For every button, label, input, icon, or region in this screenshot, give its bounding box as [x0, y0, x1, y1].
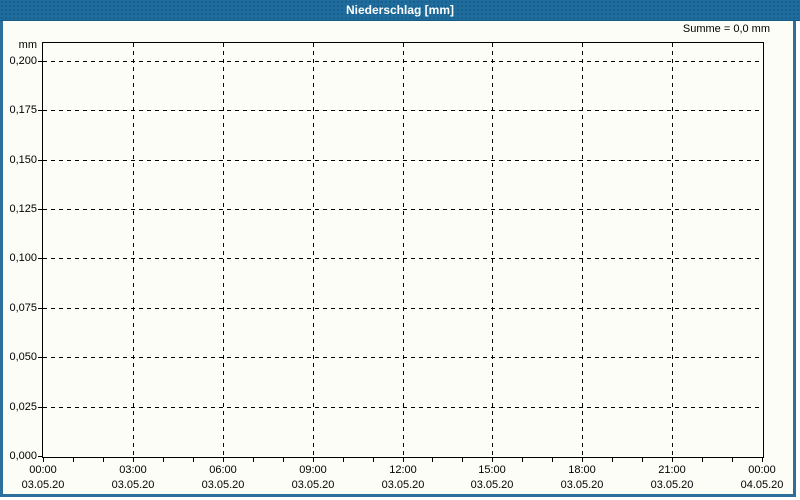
x-axis-date-label: 03.05.20	[201, 479, 245, 491]
y-axis-tick	[38, 61, 42, 62]
x-axis-tick	[432, 458, 433, 462]
x-axis-tick	[612, 458, 613, 462]
gridline-vertical	[133, 43, 134, 456]
x-axis-time-label: 06:00	[209, 464, 237, 476]
x-axis-tick	[43, 458, 44, 462]
x-axis-tick	[133, 458, 134, 462]
x-axis-tick	[582, 458, 583, 462]
y-axis-tick-label: 0,050	[9, 351, 37, 363]
gridline-vertical	[313, 43, 314, 456]
x-axis-time-label: 00:00	[29, 464, 57, 476]
x-axis-tick	[642, 458, 643, 462]
x-axis-tick	[163, 458, 164, 462]
x-axis-tick	[492, 458, 493, 462]
gridline-vertical	[672, 43, 673, 456]
x-axis-tick	[103, 458, 104, 462]
x-axis-tick	[343, 458, 344, 462]
y-axis-tick	[38, 209, 42, 210]
x-axis-tick	[462, 458, 463, 462]
y-axis-tick	[38, 160, 42, 161]
x-axis-time-label: 00:00	[748, 464, 776, 476]
x-axis-date-label: 03.05.20	[381, 479, 425, 491]
x-axis-tick	[223, 458, 224, 462]
x-axis-tick	[552, 458, 553, 462]
gridline-vertical	[492, 43, 493, 456]
x-axis-time-label: 12:00	[389, 464, 417, 476]
x-axis-date-label: 03.05.20	[560, 479, 604, 491]
x-axis-tick	[732, 458, 733, 462]
x-axis-tick	[193, 458, 194, 462]
y-axis-unit-label: mm	[18, 39, 37, 51]
y-axis-tick-label: 0,175	[9, 104, 37, 116]
gridline-vertical	[223, 43, 224, 456]
gridline-vertical	[403, 43, 404, 456]
x-axis-date-label: 03.05.20	[111, 479, 155, 491]
chart-window: Niederschlag [mm] Summe = 0,0 mm 0,200 0,…	[0, 0, 800, 500]
y-axis-tick-label: 0,200	[9, 55, 37, 67]
y-axis-tick-label: 0,075	[9, 302, 37, 314]
y-axis-tick	[38, 110, 42, 111]
x-axis-time-label: 03:00	[119, 464, 147, 476]
chart-title: Niederschlag [mm]	[345, 3, 455, 17]
sum-label: Summe = 0,0 mm	[682, 23, 770, 35]
gridline-vertical	[582, 43, 583, 456]
x-axis-date-label: 03.05.20	[650, 479, 694, 491]
y-axis-tick	[38, 308, 42, 309]
x-axis-tick	[253, 458, 254, 462]
y-axis-tick	[38, 456, 42, 457]
x-axis-tick	[373, 458, 374, 462]
x-axis-tick	[283, 458, 284, 462]
x-axis-time-label: 21:00	[658, 464, 686, 476]
y-axis-tick	[38, 357, 42, 358]
x-axis-date-label: 03.05.20	[470, 479, 514, 491]
y-axis-tick-label: 0,100	[9, 252, 37, 264]
x-axis-tick	[762, 458, 763, 462]
y-axis-tick-label: 0,125	[9, 203, 37, 215]
x-axis-date-label: 04.05.20	[740, 479, 784, 491]
y-axis-tick-label: 0,025	[9, 401, 37, 413]
chart-title-bar: Niederschlag [mm]	[0, 0, 800, 21]
x-axis-time-label: 15:00	[478, 464, 506, 476]
x-axis-tick	[702, 458, 703, 462]
x-axis-tick	[313, 458, 314, 462]
x-axis-date-label: 03.05.20	[21, 479, 65, 491]
y-axis-tick	[38, 407, 42, 408]
frame-border-right	[793, 21, 796, 497]
y-axis-tick-label: 0,000	[9, 450, 37, 462]
x-axis-tick	[672, 458, 673, 462]
x-axis-tick	[73, 458, 74, 462]
x-axis-tick	[403, 458, 404, 462]
x-axis-tick	[522, 458, 523, 462]
y-axis-tick	[38, 258, 42, 259]
x-axis-time-label: 18:00	[568, 464, 596, 476]
frame-border-bottom	[0, 494, 796, 497]
x-axis-time-label: 09:00	[299, 464, 327, 476]
x-axis-date-label: 03.05.20	[291, 479, 335, 491]
y-axis-tick-label: 0,150	[9, 154, 37, 166]
